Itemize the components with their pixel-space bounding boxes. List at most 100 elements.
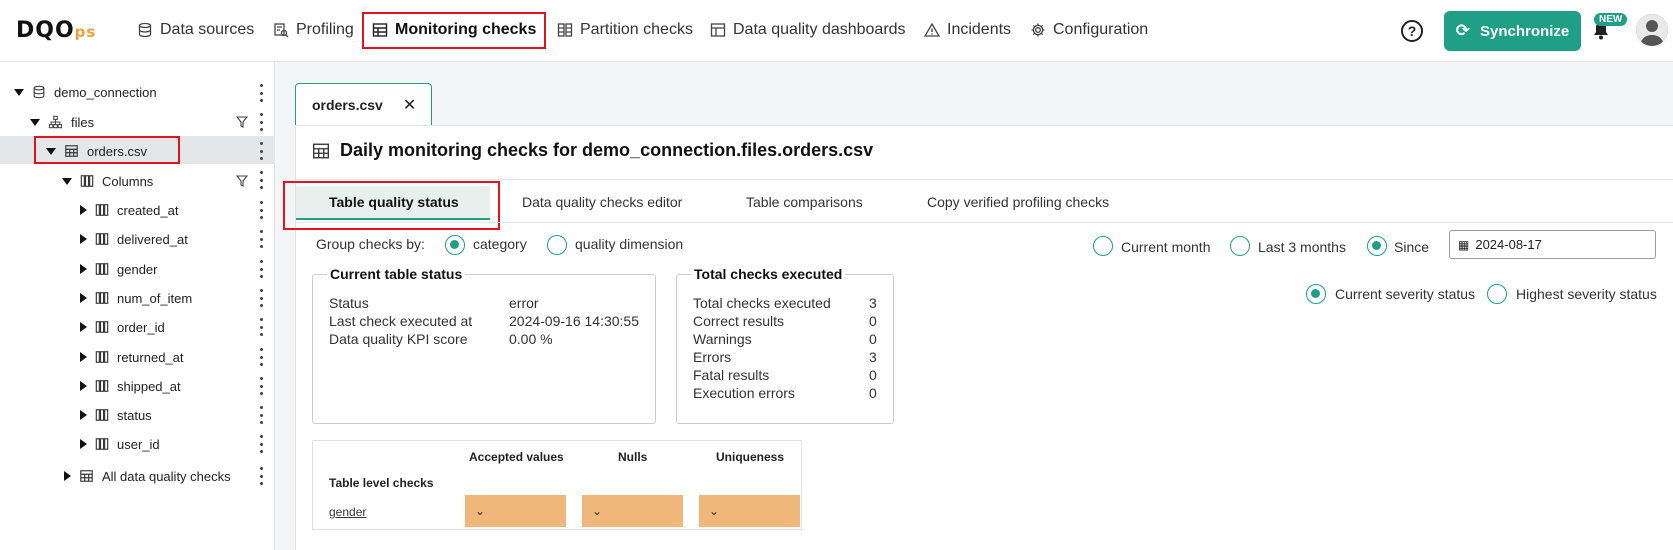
current-table-status-legend: Current table status [327, 266, 466, 282]
kebab-menu-icon[interactable] [258, 406, 264, 424]
chevron-down-icon: ⌄ [709, 504, 720, 518]
tree-label: delivered_at [117, 231, 188, 247]
tab-copy-verified-profiling-checks[interactable]: Copy verified profiling checks [927, 194, 1109, 210]
expand-right-icon[interactable] [64, 471, 71, 481]
radio-since-label[interactable]: Since [1394, 239, 1429, 255]
status-value: error [509, 295, 539, 311]
columns-icon [80, 175, 94, 187]
grid-cell-nulls[interactable]: ⌄ [582, 495, 683, 527]
radio-quality-dimension-label[interactable]: quality dimension [575, 236, 683, 252]
radio-current-month[interactable] [1093, 236, 1113, 256]
tree-label: status [117, 407, 152, 423]
total-checks-legend: Total checks executed [691, 266, 846, 282]
radio-current-month-label[interactable]: Current month [1121, 239, 1210, 255]
kebab-menu-icon[interactable] [258, 377, 264, 395]
tab-table-comparisons[interactable]: Table comparisons [746, 194, 863, 210]
tree-label: All data quality checks [102, 468, 231, 484]
nav-partition-checks[interactable]: Partition checks [557, 18, 693, 42]
expand-right-icon[interactable] [80, 234, 87, 244]
expand-right-icon[interactable] [80, 410, 87, 420]
nav-label: Data quality dashboards [733, 21, 906, 38]
nav-label: Data sources [160, 21, 255, 38]
open-tab-orders[interactable]: orders.csv ✕ [295, 83, 432, 125]
expand-right-icon[interactable] [80, 264, 87, 274]
close-icon[interactable]: ✕ [403, 95, 416, 115]
tree-item-column[interactable]: order_id [80, 314, 165, 340]
kebab-menu-icon[interactable] [258, 260, 264, 278]
tree-item-schema[interactable]: files [30, 109, 94, 135]
radio-highest-severity-label[interactable]: Highest severity status [1516, 286, 1657, 302]
expand-right-icon[interactable] [80, 322, 87, 332]
nav-incidents[interactable]: Incidents [924, 18, 1011, 42]
tree-item-columns[interactable]: Columns [62, 168, 153, 194]
tree-label: files [71, 114, 95, 130]
tree-item-column[interactable]: num_of_item [80, 285, 192, 311]
expand-down-icon[interactable] [62, 177, 72, 185]
nav-data-quality-dashboards[interactable]: Data quality dashboards [710, 18, 906, 42]
warning-icon [924, 22, 940, 37]
radio-quality-dimension[interactable] [547, 235, 567, 255]
radio-highest-severity[interactable] [1487, 284, 1507, 304]
tab-data-quality-checks-editor[interactable]: Data quality checks editor [522, 194, 682, 210]
page-title: Daily monitoring checks for demo_connect… [311, 140, 873, 161]
avatar[interactable] [1636, 14, 1668, 46]
radio-last-3-months[interactable] [1230, 236, 1250, 256]
nav-data-sources[interactable]: Data sources [137, 18, 254, 42]
radio-current-severity-label[interactable]: Current severity status [1335, 286, 1475, 302]
kebab-menu-icon[interactable] [258, 230, 264, 248]
tree-item-column[interactable]: user_id [80, 431, 160, 457]
radio-category[interactable] [445, 235, 465, 255]
expand-right-icon[interactable] [80, 381, 87, 391]
kebab-menu-icon[interactable] [258, 289, 264, 307]
expand-right-icon[interactable] [80, 439, 87, 449]
grid-section-table-level: Table level checks [329, 476, 434, 490]
grid-cell-uniqueness[interactable]: ⌄ [699, 495, 800, 527]
user-icon [1636, 14, 1668, 46]
kebab-menu-icon[interactable] [258, 171, 264, 189]
tree-item-column[interactable]: shipped_at [80, 373, 181, 399]
radio-last-3-months-label[interactable]: Last 3 months [1258, 239, 1346, 255]
kebab-menu-icon[interactable] [258, 201, 264, 219]
expand-right-icon[interactable] [80, 293, 87, 303]
filter-icon[interactable] [236, 116, 248, 128]
dqops-logo[interactable]: DQOps [16, 18, 96, 43]
radio-since[interactable] [1367, 236, 1387, 256]
filter-icon[interactable] [236, 175, 248, 187]
tree-item-all-checks[interactable]: All data quality checks [64, 463, 231, 489]
tree-item-column[interactable]: created_at [80, 197, 178, 223]
column-icon [95, 351, 109, 363]
expand-right-icon[interactable] [80, 352, 87, 362]
help-icon[interactable]: ? [1401, 20, 1423, 42]
kebab-menu-icon[interactable] [258, 318, 264, 336]
nav-profiling[interactable]: Profiling [273, 18, 354, 42]
kebab-menu-icon[interactable] [258, 467, 264, 485]
kebab-menu-icon[interactable] [258, 84, 264, 102]
total-row-value: 0 [869, 367, 877, 383]
expand-down-icon[interactable] [30, 118, 40, 126]
grid-row-gender-link[interactable]: gender [329, 505, 366, 519]
total-row-label: Fatal results [693, 367, 770, 383]
expand-right-icon[interactable] [80, 205, 87, 215]
kebab-menu-icon[interactable] [258, 435, 264, 453]
grid-header-uniqueness: Uniqueness [716, 450, 785, 464]
tree-item-column[interactable]: status [80, 402, 152, 428]
synchronize-button[interactable]: ⟳ Synchronize [1444, 11, 1581, 51]
nav-configuration[interactable]: Configuration [1030, 18, 1148, 42]
total-row-value: 0 [869, 313, 877, 329]
expand-down-icon[interactable] [14, 88, 24, 96]
tree-label: gender [117, 261, 158, 277]
kebab-menu-icon[interactable] [258, 113, 264, 131]
since-date-input[interactable]: ▦ 2024-08-17 [1449, 230, 1656, 259]
grid-cell-accepted-values[interactable]: ⌄ [465, 495, 566, 527]
tree-item-column[interactable]: delivered_at [80, 226, 188, 252]
page-title-text: Daily monitoring checks for demo_connect… [340, 140, 874, 160]
tree-item-column[interactable]: returned_at [80, 344, 184, 370]
divider [295, 179, 1673, 180]
kebab-menu-icon[interactable] [258, 142, 264, 160]
radio-category-label[interactable]: category [473, 236, 527, 252]
radio-current-severity[interactable] [1306, 284, 1326, 304]
kebab-menu-icon[interactable] [258, 348, 264, 366]
tree-item-column[interactable]: gender [80, 256, 157, 282]
total-row-label: Warnings [693, 331, 752, 347]
tree-item-connection[interactable]: demo_connection [14, 79, 157, 105]
